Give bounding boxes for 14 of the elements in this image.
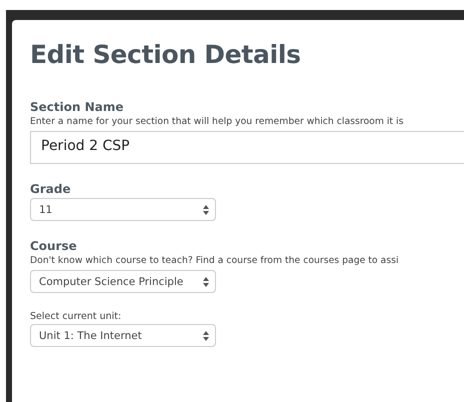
updown-icon <box>203 276 209 286</box>
select-field[interactable]: Unit 1: The Internet <box>30 324 216 347</box>
select-field[interactable]: Computer Science Principle <box>30 270 216 293</box>
input-field[interactable]: Period 2 CSP <box>30 131 464 164</box>
select-field[interactable]: 11 <box>30 198 216 221</box>
field-label: Course <box>30 239 78 253</box>
updown-icon <box>203 204 209 214</box>
field-label: Grade <box>30 182 72 196</box>
updown-icon <box>203 330 209 340</box>
field-label: Section Name <box>30 100 124 114</box>
dialog-title: Edit Section Details <box>30 40 302 69</box>
help-text: Don't know which course to teach? Find a course from the courses page to assi <box>30 255 400 266</box>
help-text: Enter a name for your section that will help you remember which classroom it is <box>30 116 404 127</box>
field-label: Select current unit: <box>30 311 122 322</box>
